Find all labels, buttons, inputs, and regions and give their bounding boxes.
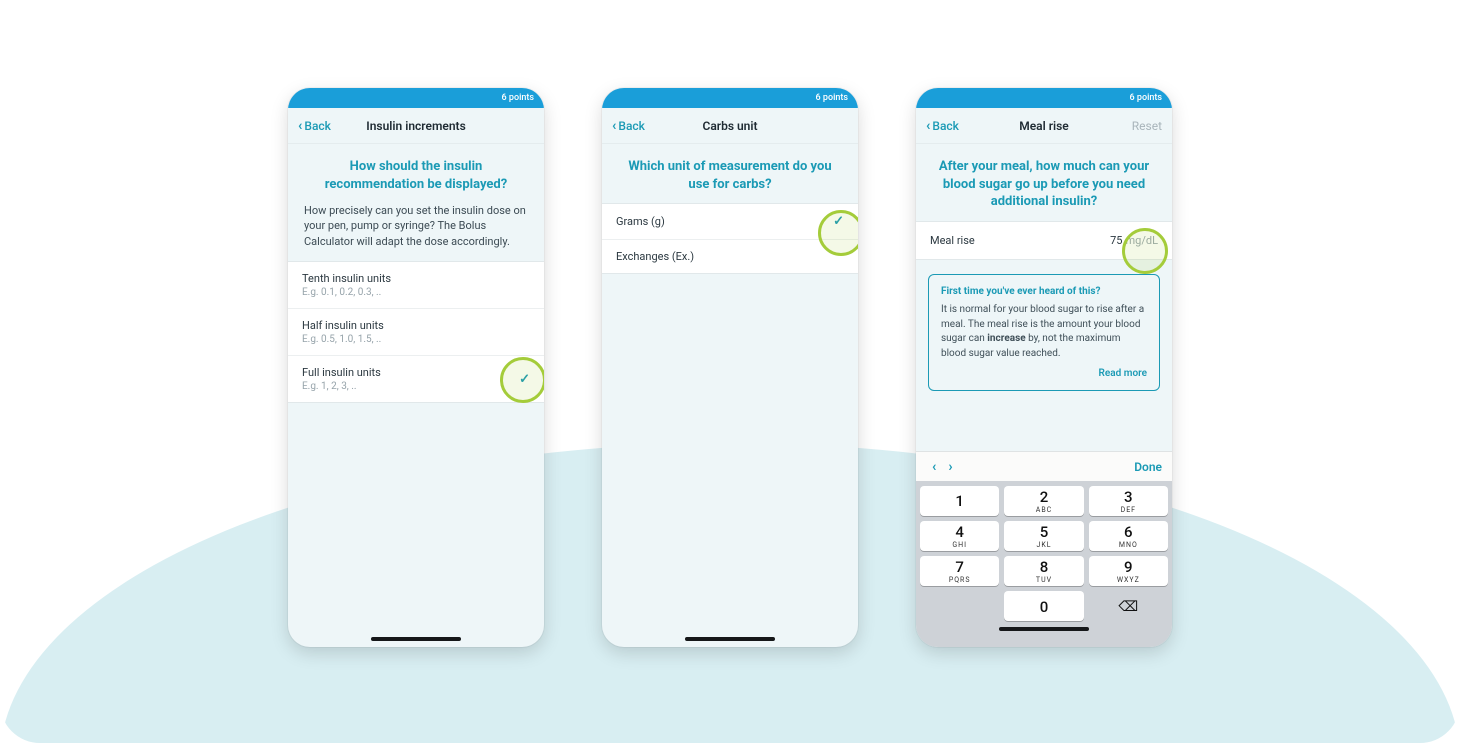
key-0[interactable]: 0 <box>1004 591 1083 621</box>
option-title: Half insulin units <box>302 319 384 332</box>
reset-button[interactable]: Reset <box>1132 119 1162 133</box>
read-more-link[interactable]: Read more <box>941 367 1147 382</box>
input-unit: mg/dL <box>1126 234 1159 247</box>
description-text: How precisely can you set the insulin do… <box>288 203 544 261</box>
option-title: Exchanges (Ex.) <box>616 250 694 263</box>
key-7[interactable]: 7PQRS <box>920 556 999 586</box>
option-full-units[interactable]: Full insulin units E.g. 1, 2, 3, .. ✓ <box>288 356 544 402</box>
input-value: 75 mg/dL <box>1110 234 1158 247</box>
info-title: First time you've ever heard of this? <box>941 285 1147 300</box>
key-backspace[interactable]: ⌫ <box>1089 591 1168 621</box>
key-5[interactable]: 5JKL <box>1004 521 1083 551</box>
option-list: Grams (g) ✓ Exchanges (Ex.) <box>602 203 858 274</box>
key-2[interactable]: 2ABC <box>1004 486 1083 516</box>
checkmark-icon: ✓ <box>833 214 844 229</box>
input-number: 75 <box>1110 234 1122 247</box>
meal-rise-input[interactable]: Meal rise 75 mg/dL <box>916 221 1172 260</box>
option-exchanges[interactable]: Exchanges (Ex.) <box>602 240 858 273</box>
chevron-left-icon: ‹ <box>926 119 930 133</box>
numeric-keypad: 1 2ABC 3DEF 4GHI 5JKL 6MNO 7PQRS 8TUV 9W… <box>916 481 1172 647</box>
phone-row: 6 points ‹ Back Insulin increments How s… <box>0 88 1460 647</box>
canvas: 6 points ‹ Back Insulin increments How s… <box>0 0 1460 743</box>
key-4[interactable]: 4GHI <box>920 521 999 551</box>
prev-field-button[interactable]: ‹ <box>926 459 942 475</box>
question-text: After your meal, how much can your blood… <box>916 144 1172 221</box>
phone-carbs-unit: 6 points ‹ Back Carbs unit Which unit of… <box>602 88 858 647</box>
backspace-icon: ⌫ <box>1089 600 1168 614</box>
nav-bar: ‹ Back Meal rise Reset <box>916 108 1172 144</box>
back-button[interactable]: ‹ Back <box>926 119 959 133</box>
info-body: It is normal for your blood sugar to ris… <box>941 303 1147 361</box>
option-list: Tenth insulin units E.g. 0.1, 0.2, 0.3, … <box>288 261 544 403</box>
key-8[interactable]: 8TUV <box>1004 556 1083 586</box>
option-tenth-units[interactable]: Tenth insulin units E.g. 0.1, 0.2, 0.3, … <box>288 262 544 309</box>
question-text: How should the insulin recommendation be… <box>288 144 544 203</box>
back-button[interactable]: ‹ Back <box>612 119 645 133</box>
key-3[interactable]: 3DEF <box>1089 486 1168 516</box>
option-grams[interactable]: Grams (g) ✓ <box>602 204 858 240</box>
nav-bar: ‹ Back Insulin increments <box>288 108 544 144</box>
option-title: Full insulin units <box>302 366 381 379</box>
question-text: Which unit of measurement do you use for… <box>602 144 858 203</box>
option-title: Tenth insulin units <box>302 272 391 285</box>
status-bar: 6 points <box>602 88 858 108</box>
info-body-bold: increase <box>987 333 1025 344</box>
key-6[interactable]: 6MNO <box>1089 521 1168 551</box>
option-half-units[interactable]: Half insulin units E.g. 0.5, 1.0, 1.5, .… <box>288 309 544 356</box>
key-1[interactable]: 1 <box>920 486 999 516</box>
nav-bar: ‹ Back Carbs unit <box>602 108 858 144</box>
done-button[interactable]: Done <box>1134 460 1162 474</box>
home-indicator <box>685 637 775 641</box>
points-badge: 6 points <box>1130 93 1162 103</box>
status-bar: 6 points <box>916 88 1172 108</box>
back-button[interactable]: ‹ Back <box>298 119 331 133</box>
back-label: Back <box>932 119 959 133</box>
back-label: Back <box>618 119 645 133</box>
status-bar: 6 points <box>288 88 544 108</box>
key-blank <box>920 591 999 621</box>
option-subtitle: E.g. 0.5, 1.0, 1.5, .. <box>302 334 384 345</box>
next-field-button[interactable]: › <box>942 459 958 475</box>
option-subtitle: E.g. 1, 2, 3, .. <box>302 381 381 392</box>
home-indicator <box>371 637 461 641</box>
home-indicator <box>999 627 1089 631</box>
input-label: Meal rise <box>930 234 975 247</box>
chevron-left-icon: ‹ <box>612 119 616 133</box>
checkmark-icon: ✓ <box>519 372 530 387</box>
info-card: First time you've ever heard of this? It… <box>928 274 1160 391</box>
points-badge: 6 points <box>816 93 848 103</box>
back-label: Back <box>304 119 331 133</box>
chevron-left-icon: ‹ <box>298 119 302 133</box>
phone-insulin-increments: 6 points ‹ Back Insulin increments How s… <box>288 88 544 647</box>
keypad-accessory-bar: ‹ › Done <box>916 451 1172 481</box>
option-subtitle: E.g. 0.1, 0.2, 0.3, .. <box>302 287 391 298</box>
key-9[interactable]: 9WXYZ <box>1089 556 1168 586</box>
phone-meal-rise: 6 points ‹ Back Meal rise Reset After yo… <box>916 88 1172 647</box>
option-title: Grams (g) <box>616 215 665 228</box>
points-badge: 6 points <box>502 93 534 103</box>
